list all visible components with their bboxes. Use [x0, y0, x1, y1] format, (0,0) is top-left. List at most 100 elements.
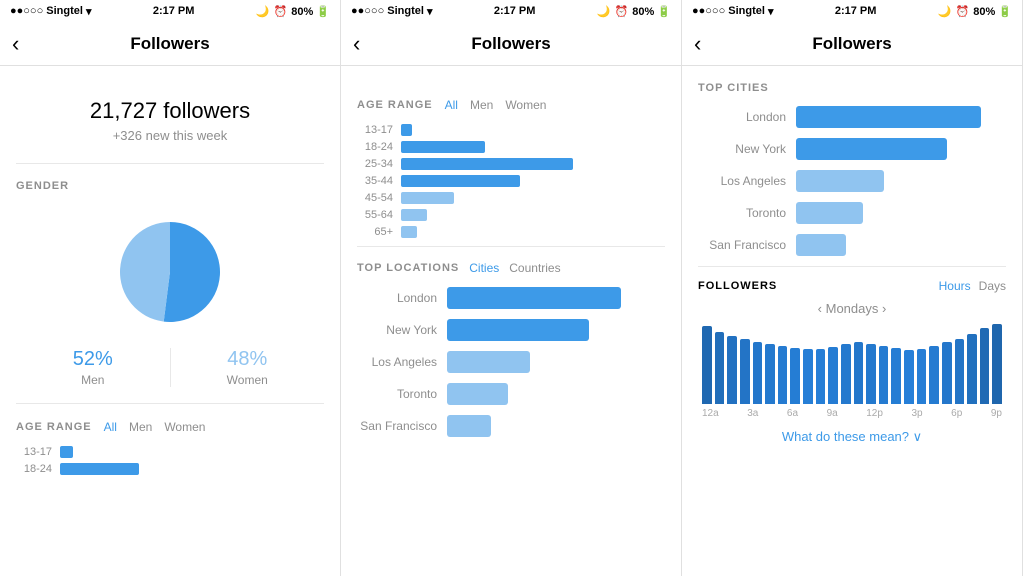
city-bars: London New York Los Angeles Toronto San …: [698, 106, 1006, 256]
age-bar-row: 13-17: [16, 446, 324, 458]
city-bar-sf: San Francisco: [698, 234, 1006, 256]
panel-3: ●●○○○ Singtel ▾ 2:17 PM 🌙 ⏰ 80% 🔋 ‹ Foll…: [682, 0, 1023, 576]
loc-filter-countries[interactable]: Countries: [509, 261, 560, 275]
status-left-1: ●●○○○ Singtel ▾: [10, 5, 91, 18]
status-right-1: 🌙 ⏰ 80% 🔋: [256, 5, 330, 18]
age-filter-women-2[interactable]: Women: [505, 98, 546, 112]
hour-bar-23: [992, 324, 1002, 404]
gender-section: 52% Men 48% Women: [16, 204, 324, 404]
alarm-icon-2: ⏰: [615, 5, 629, 18]
battery-2: 80% 🔋: [632, 5, 671, 18]
day-label: Mondays: [826, 301, 882, 316]
hour-bar-3: [740, 339, 750, 404]
panel-3-content: TOP CITIES London New York Los Angeles T…: [682, 66, 1022, 576]
loc-bar-sf: San Francisco: [357, 415, 665, 437]
hours-chart: [698, 324, 1006, 404]
hour-bar-15: [891, 348, 901, 404]
age-range-label-2: AGE RANGE: [357, 99, 433, 111]
status-bar-1: ●●○○○ Singtel ▾ 2:17 PM 🌙 ⏰ 80% 🔋: [0, 0, 340, 22]
back-button-2[interactable]: ‹: [353, 31, 360, 57]
time-filter-row: Hours Days: [939, 279, 1006, 293]
followers-section-title: FOLLOWERS: [698, 280, 777, 292]
top-locations-header: TOP LOCATIONS Cities Countries: [357, 246, 665, 275]
wifi-icon-2: ▾: [427, 5, 433, 18]
hour-bar-2: [727, 336, 737, 404]
hour-bar-4: [753, 342, 763, 404]
follower-number: 21,727 followers: [16, 98, 324, 124]
wifi-icon-1: ▾: [86, 5, 92, 18]
hour-bar-7: [790, 348, 800, 404]
age-bar-row-4554: 45-54: [357, 192, 665, 204]
age-filter-women-1[interactable]: Women: [164, 420, 205, 434]
hour-bar-0: [702, 326, 712, 404]
top-locations-label: TOP LOCATIONS: [357, 262, 459, 274]
panel-1: ●●○○○ Singtel ▾ 2:17 PM 🌙 ⏰ 80% 🔋 ‹ Foll…: [0, 0, 341, 576]
top-cities-title: TOP CITIES: [698, 82, 1006, 94]
nav-title-2: Followers: [471, 34, 550, 54]
time-filter-hours[interactable]: Hours: [939, 279, 971, 293]
age-filter-all-1[interactable]: All: [104, 420, 117, 434]
time-filter-days[interactable]: Days: [979, 279, 1006, 293]
carrier-2: ●●○○○ Singtel: [351, 5, 424, 17]
prev-day-icon[interactable]: ‹: [818, 301, 822, 316]
what-mean-link[interactable]: What do these mean? ∨: [698, 429, 1006, 445]
back-button-3[interactable]: ‹: [694, 31, 701, 57]
wifi-icon-3: ▾: [768, 5, 774, 18]
city-bar-la: Los Angeles: [698, 170, 1006, 192]
moon-icon-2: 🌙: [597, 5, 611, 18]
hour-bar-1: [715, 332, 725, 404]
age-bar-row: 18-24: [16, 463, 324, 475]
alarm-icon-3: ⏰: [956, 5, 970, 18]
gender-women: 48% Women: [171, 348, 325, 387]
men-pct: 52%: [16, 348, 170, 371]
hour-bar-18: [929, 346, 939, 404]
follower-count: 21,727 followers +326 new this week: [16, 82, 324, 164]
hour-bar-16: [904, 350, 914, 404]
city-bar-toronto: Toronto: [698, 202, 1006, 224]
followers-hours-section: FOLLOWERS Hours Days ‹ Mondays › 12a 3a …: [698, 266, 1006, 445]
hour-bar-11: [841, 344, 851, 404]
hour-bar-20: [955, 339, 965, 404]
loc-bar-la: Los Angeles: [357, 351, 665, 373]
loc-filter-cities[interactable]: Cities: [469, 261, 499, 275]
hour-bar-8: [803, 349, 813, 404]
city-bar-london: London: [698, 106, 1006, 128]
followers-section-header: FOLLOWERS Hours Days: [698, 279, 1006, 293]
gender-stats: 52% Men 48% Women: [16, 348, 324, 387]
age-range-header-2: AGE RANGE All Men Women: [357, 98, 665, 112]
panel-1-content: 21,727 followers +326 new this week GEND…: [0, 66, 340, 576]
hour-bar-10: [828, 347, 838, 404]
nav-header-3: ‹ Followers: [682, 22, 1022, 66]
panel-2: ●●○○○ Singtel ▾ 2:17 PM 🌙 ⏰ 80% 🔋 ‹ Foll…: [341, 0, 682, 576]
age-filter-men-1[interactable]: Men: [129, 420, 152, 434]
panel-2-content: AGE RANGE All Men Women 13-17 18-24 25-3…: [341, 66, 681, 576]
time-3: 2:17 PM: [835, 5, 877, 17]
next-day-icon[interactable]: ›: [882, 301, 886, 316]
moon-icon-3: 🌙: [938, 5, 952, 18]
hours-labels: 12a 3a 6a 9a 12p 3p 6p 9p: [698, 404, 1006, 419]
hour-bar-6: [778, 346, 788, 404]
nav-header-2: ‹ Followers: [341, 22, 681, 66]
location-bars: London New York Los Angeles Toronto San …: [357, 287, 665, 437]
hour-bar-22: [980, 328, 990, 404]
hour-bar-19: [942, 342, 952, 404]
age-bar-row-3544: 35-44: [357, 175, 665, 187]
women-pct: 48%: [171, 348, 325, 371]
battery-3: 80% 🔋: [973, 5, 1012, 18]
age-filter-men-2[interactable]: Men: [470, 98, 493, 112]
time-2: 2:17 PM: [494, 5, 536, 17]
gender-men: 52% Men: [16, 348, 171, 387]
hour-bar-12: [854, 342, 864, 404]
age-filter-all-2[interactable]: All: [445, 98, 458, 112]
back-button-1[interactable]: ‹: [12, 31, 19, 57]
age-range-label-1: AGE RANGE: [16, 421, 92, 433]
battery-1: 80% 🔋: [291, 5, 330, 18]
hour-bar-9: [816, 349, 826, 404]
carrier-3: ●●○○○ Singtel: [692, 5, 765, 17]
city-bar-newyork: New York: [698, 138, 1006, 160]
hour-bar-13: [866, 344, 876, 404]
age-bar-row-5564: 55-64: [357, 209, 665, 221]
day-nav[interactable]: ‹ Mondays ›: [698, 301, 1006, 316]
age-bars-2: 13-17 18-24 25-34 35-44 45-54 55-64: [357, 124, 665, 238]
follower-change: +326 new this week: [16, 128, 324, 143]
